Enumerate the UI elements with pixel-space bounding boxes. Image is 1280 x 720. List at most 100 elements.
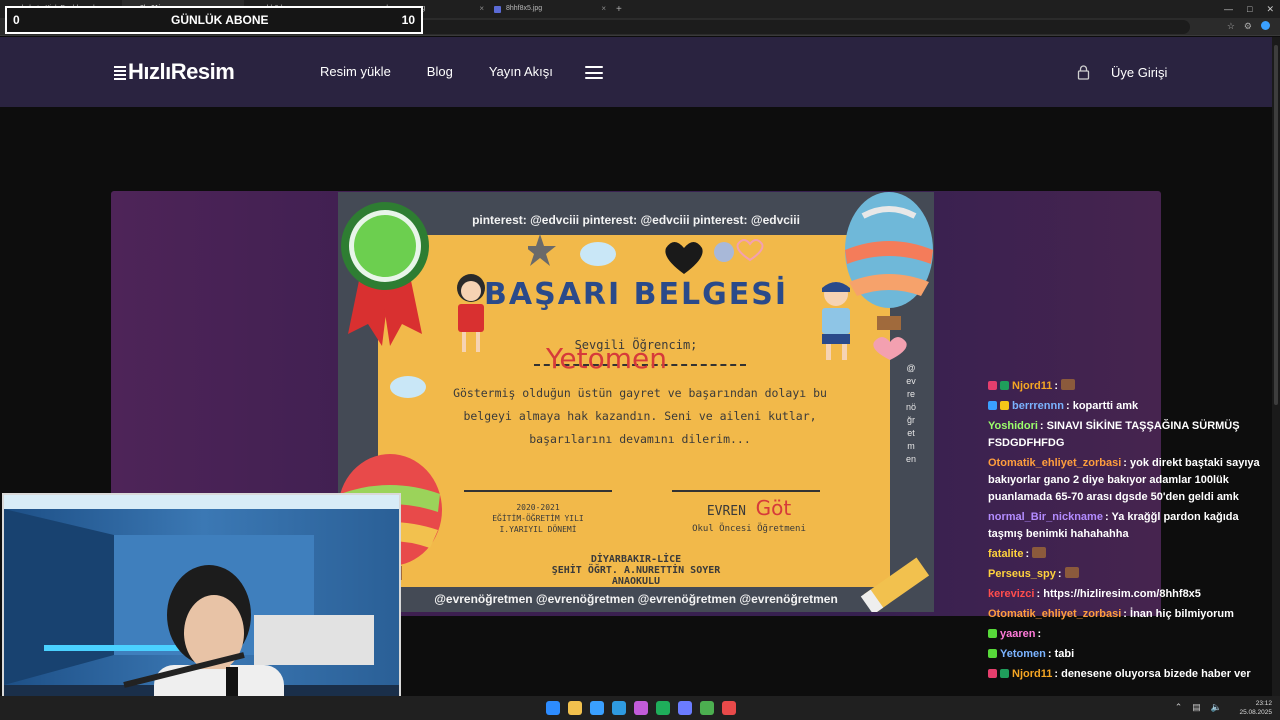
chat-message: Otomatik_ehliyet_zorbasi: İnan hiç bilmi…: [988, 606, 1270, 623]
taskbar-app-icon[interactable]: [700, 701, 714, 715]
chat-emote-icon: [1032, 547, 1047, 558]
nav-blog[interactable]: Blog: [427, 64, 453, 79]
taskbar-apps: [546, 701, 736, 715]
chat-message: kerevizci: https://hizliresim.com/8hhf8x…: [988, 586, 1270, 603]
chat-username[interactable]: normal_Bir_nickname: [988, 511, 1103, 523]
chat-username[interactable]: yaaren: [1000, 628, 1035, 640]
tab-favicon-icon: [494, 6, 501, 13]
browser-tab[interactable]: 8hhf8x5.jpg ×: [488, 0, 610, 18]
chat-separator: :: [1039, 420, 1047, 432]
page-scrollbar[interactable]: [1272, 37, 1280, 696]
chat-badge-icon: [988, 649, 997, 658]
stream-chat: Njord11: berrrennn: kopartti amk Yoshidor…: [988, 378, 1270, 686]
chat-message: yaaren:: [988, 626, 1270, 643]
tab-label: 8hhf8x5.jpg: [506, 5, 543, 12]
taskbar-app-icon[interactable]: [722, 701, 736, 715]
chat-username[interactable]: kerevizci: [988, 588, 1034, 600]
chat-message: Yetomen: tabi: [988, 646, 1270, 663]
lock-icon: [1077, 65, 1090, 80]
chat-message: fatalite:: [988, 546, 1270, 563]
network-icon[interactable]: ▤: [1192, 702, 1201, 713]
taskbar-app-icon[interactable]: [568, 701, 582, 715]
tab-close-icon[interactable]: ×: [479, 0, 484, 18]
extensions-icon[interactable]: ⚙: [1244, 21, 1252, 32]
chat-text: İnan hiç bilmiyorum: [1130, 608, 1234, 620]
chat-badge-icon: [988, 381, 997, 390]
taskbar-app-icon[interactable]: [678, 701, 692, 715]
chat-username[interactable]: Yoshidori: [988, 420, 1038, 432]
daily-sub-counter: 0 GÜNLÜK ABONE 10: [5, 6, 423, 34]
taskbar-app-icon[interactable]: [634, 701, 648, 715]
profile-icon[interactable]: [1261, 21, 1270, 30]
chat-separator: :: [1047, 648, 1055, 660]
sub-counter-label: GÜNLÜK ABONE: [171, 13, 269, 27]
chevron-up-icon[interactable]: ⌃: [1175, 702, 1183, 713]
teacher-handwritten: Göt: [755, 496, 792, 520]
webcam-scene: [4, 495, 399, 718]
chat-badge-icon: [1000, 669, 1009, 678]
chat-username[interactable]: Otomatik_ehliyet_zorbasi: [988, 457, 1121, 469]
bookmark-star-icon[interactable]: ☆: [1227, 21, 1235, 32]
certificate-body: Göstermiş olduğun üstün gayret ve başarı…: [453, 386, 827, 446]
minimize-icon[interactable]: —: [1224, 4, 1233, 14]
school-line-3: ANAOKULU: [611, 576, 661, 587]
chat-username[interactable]: fatalite: [988, 548, 1023, 560]
chat-separator: :: [1054, 380, 1062, 392]
year-line-3: I.YARIYIL DÖNEMİ: [499, 525, 577, 534]
certificate-image[interactable]: pinterest: @edvciii pinterest: @edvciii …: [338, 192, 934, 612]
year-line-2: EĞİTİM-ÖĞRETİM YILI: [492, 514, 584, 523]
login-link[interactable]: Üye Girişi: [1111, 65, 1167, 80]
site-header: HızlıResim Resim yükle Blog Yayın Akışı …: [0, 37, 1280, 107]
taskbar-app-icon[interactable]: [612, 701, 626, 715]
speed-lines-icon: [114, 66, 126, 80]
chat-badge-icon: [1000, 401, 1009, 410]
taskbar-app-icon[interactable]: [656, 701, 670, 715]
nav-upload[interactable]: Resim yükle: [320, 64, 391, 79]
hamburger-menu-icon[interactable]: [585, 66, 603, 79]
window-controls: — □ ✕: [1224, 0, 1274, 18]
school-year-block: 2020-2021 EĞİTİM-ÖĞRETİM YILI I.YARIYIL …: [464, 502, 612, 535]
chat-message: Perseus_spy:: [988, 566, 1270, 583]
chat-username[interactable]: Yetomen: [1000, 648, 1046, 660]
volume-icon[interactable]: 🔈: [1211, 702, 1222, 713]
taskbar-clock[interactable]: 23:12 25.08.2025: [1239, 699, 1272, 717]
chat-emote-icon: [1061, 379, 1076, 390]
chat-username[interactable]: Njord11: [1012, 380, 1052, 392]
signature-line-right: [672, 490, 820, 492]
taskbar-app-icon[interactable]: [590, 701, 604, 715]
chat-message: Otomatik_ehliyet_zorbasi: yok direkt baş…: [988, 455, 1270, 506]
school-line-1: DİYARBAKIR-LİCE: [590, 554, 682, 565]
chat-separator: :: [1025, 548, 1033, 560]
chat-username[interactable]: Perseus_spy: [988, 568, 1056, 580]
chat-text: https://hizliresim.com/8hhf8x5: [1043, 588, 1201, 600]
teacher-block: EVREN Göt Okul Öncesi Öğretmeni: [674, 496, 824, 534]
tab-close-icon[interactable]: ×: [601, 0, 606, 18]
chat-separator: :: [1123, 457, 1131, 469]
site-logo-text: HızlıResim: [128, 59, 235, 84]
new-tab-button[interactable]: +: [610, 4, 628, 15]
start-menu-icon[interactable]: [546, 701, 560, 715]
teacher-role: Okul Öncesi Öğretmeni: [692, 524, 806, 534]
school-line-2: ŞEHİT ÖĞRT. A.NURETTİN SOYER: [551, 565, 721, 576]
certificate-title: BAŞARI BELGESİ: [484, 277, 788, 312]
close-icon[interactable]: ✕: [1266, 4, 1274, 15]
nav-feed[interactable]: Yayın Akışı: [489, 64, 553, 79]
chat-separator: :: [1123, 608, 1131, 620]
main-nav: Resim yükle Blog Yayın Akışı: [320, 64, 553, 79]
webcam-feed: [2, 493, 401, 720]
extension-icons: ☆ ⚙: [1227, 21, 1270, 32]
scrollbar-thumb[interactable]: [1274, 45, 1278, 405]
screen: obsbot - Kick Dashboard×8kc61j.png×rrhh6…: [0, 0, 1280, 720]
sub-counter-goal: 10: [401, 13, 415, 27]
chat-username[interactable]: Njord11: [1012, 668, 1052, 680]
signature-line-left: [464, 490, 612, 492]
chat-emote-icon: [1064, 567, 1079, 578]
maximize-icon[interactable]: □: [1247, 4, 1252, 14]
year-line-1: 2020-2021: [516, 503, 560, 512]
site-logo[interactable]: HızlıResim: [114, 59, 235, 85]
chat-username[interactable]: berrrennn: [1012, 400, 1064, 412]
clock-time: 23:12: [1255, 700, 1272, 707]
evren-watermark: @evrenöğretmen @evrenöğretmen @evrenöğre…: [434, 592, 838, 606]
chat-username[interactable]: Otomatik_ehliyet_zorbasi: [988, 608, 1121, 620]
chat-badge-icon: [988, 401, 997, 410]
